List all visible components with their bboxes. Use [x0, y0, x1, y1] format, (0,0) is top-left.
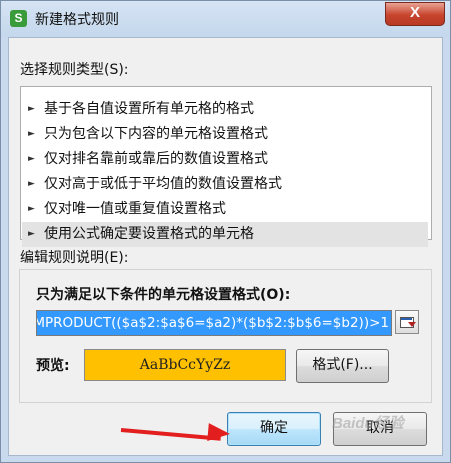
format-button[interactable]: 格式(F)...: [296, 349, 389, 383]
range-select-icon-bar: [401, 318, 412, 320]
title-bar[interactable]: S 新建格式规则 X: [1, 1, 450, 37]
rule-type-item-label: 仅对高于或低于平均值的数值设置格式: [44, 176, 282, 192]
dialog-body: 选择规则类型(S): ► 基于各自值设置所有单元格的格式 ► 只为包含以下内容的…: [8, 37, 443, 456]
range-select-icon-arrow: [408, 322, 416, 327]
rule-type-item-selected[interactable]: ► 使用公式确定要设置格式的单元格: [22, 222, 428, 247]
close-icon: X: [409, 4, 420, 21]
annotation-arrow-head: [207, 423, 231, 443]
range-select-button[interactable]: [395, 310, 419, 334]
dialog-title: 新建格式规则: [35, 12, 119, 28]
close-button[interactable]: X: [385, 2, 445, 26]
triangle-right-icon: ►: [28, 204, 35, 214]
triangle-right-icon: ►: [28, 154, 35, 164]
rule-type-item-label: 仅对排名靠前或靠后的数值设置格式: [44, 151, 268, 167]
format-preview: AaBbCcYyZz: [84, 349, 286, 381]
rule-type-item[interactable]: ► 只为包含以下内容的单元格设置格式: [22, 122, 428, 147]
rule-type-item[interactable]: ► 仅对高于或低于平均值的数值设置格式: [22, 172, 428, 197]
preview-label: 预览:: [36, 358, 70, 374]
rule-type-item-label: 基于各自值设置所有单元格的格式: [44, 101, 254, 117]
rule-type-item[interactable]: ► 仅对唯一值或重复值设置格式: [22, 197, 428, 222]
rule-type-item[interactable]: ► 仅对排名靠前或靠后的数值设置格式: [22, 147, 428, 172]
rule-type-item[interactable]: ► 基于各自值设置所有单元格的格式: [22, 97, 428, 122]
dialog-window: S 新建格式规则 X 选择规则类型(S): ► 基于各自值设置所有单元格的格式 …: [0, 0, 451, 463]
rule-type-item-label: 仅对唯一值或重复值设置格式: [44, 201, 226, 217]
triangle-right-icon: ►: [28, 229, 35, 239]
triangle-right-icon: ►: [28, 179, 35, 189]
watermark: Baidu经验: [332, 415, 404, 432]
formula-input[interactable]: =SUMPRODUCT(($a$2:$a$6=$a2)*($b$2:$b$6=$…: [36, 310, 392, 336]
rule-type-item-label: 只为包含以下内容的单元格设置格式: [44, 126, 268, 142]
wps-spreadsheet-icon: S: [10, 10, 27, 27]
condition-label: 只为满足以下条件的单元格设置格式(O):: [36, 287, 291, 303]
rule-type-label: 选择规则类型(S):: [20, 62, 129, 78]
edit-rule-label: 编辑规则说明(E):: [20, 250, 129, 266]
rule-description-group: 只为满足以下条件的单元格设置格式(O): =SUMPRODUCT(($a$2:$…: [19, 269, 432, 403]
rule-type-list[interactable]: ► 基于各自值设置所有单元格的格式 ► 只为包含以下内容的单元格设置格式 ► 仅…: [20, 86, 432, 247]
ok-button[interactable]: 确定: [227, 412, 321, 446]
triangle-right-icon: ►: [28, 129, 35, 139]
formula-input-value: =SUMPRODUCT(($a$2:$a$6=$a2)*($b$2:$b$6=$…: [37, 311, 391, 335]
rule-type-item-label: 使用公式确定要设置格式的单元格: [44, 226, 254, 242]
triangle-right-icon: ►: [28, 104, 35, 114]
